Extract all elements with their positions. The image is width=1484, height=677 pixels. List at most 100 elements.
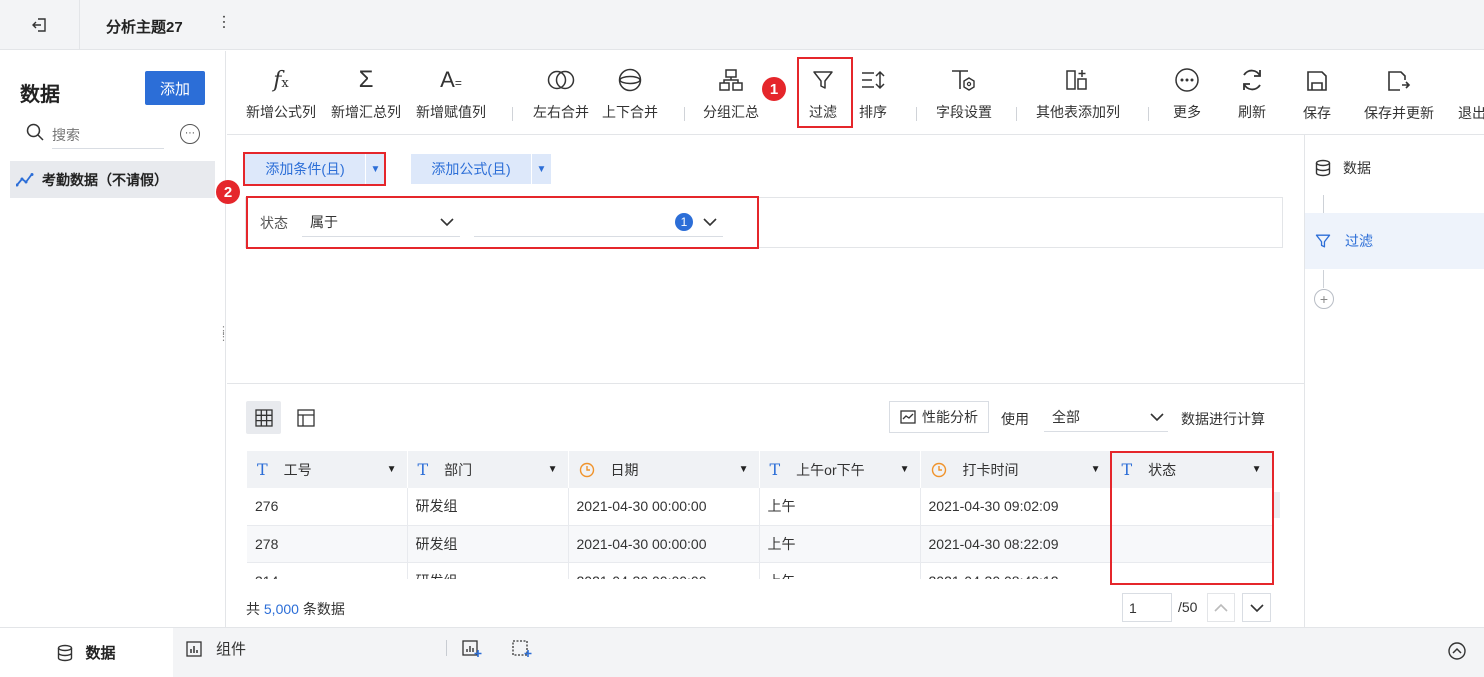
save-icon [1307, 71, 1327, 91]
table-cell: 上午 [759, 525, 921, 563]
table-row[interactable]: 314研发组2021-04-30 00:00:00上午2021-04-30 08… [247, 562, 1272, 579]
column-header[interactable]: T 部门 ▼ [407, 451, 569, 488]
search-input[interactable] [52, 121, 164, 149]
toolbar-sort[interactable]: 排序 [859, 62, 887, 122]
filter-operator-select[interactable]: 属于 [302, 207, 460, 237]
group-icon [719, 69, 743, 91]
caret-down-icon[interactable]: ▼ [900, 464, 910, 475]
table-row[interactable]: 278 研发组 2021-04-30 00:00:00 上午 2021-04-30 08… [247, 525, 1272, 563]
annotation-marker-1: 1 [762, 77, 786, 101]
toolbar-field-settings[interactable]: 字段设置 [936, 62, 992, 122]
table-cell: 278 [247, 525, 408, 563]
toolbar-filter[interactable]: 过滤 [809, 62, 837, 122]
toolbar-exit[interactable]: 退出 [1458, 63, 1484, 123]
next-page-button[interactable] [1242, 593, 1271, 622]
chevron-down-icon [1150, 412, 1164, 421]
caret-down-icon[interactable]: ▼ [1091, 464, 1101, 475]
line-chart-icon [16, 172, 34, 186]
column-header[interactable]: 打卡时间 ▼ [920, 451, 1112, 488]
add-step-icon[interactable]: + [1314, 289, 1334, 309]
toolbar-merge-horizontal[interactable]: 左右合并 [533, 62, 589, 122]
table-header-row: T 工号 ▼ T 部门 ▼ 日期 ▼ T 上午or下午 ▼ 打卡时间 ▼ T 状态 ▼ [247, 451, 1272, 488]
sidebar-more-icon[interactable]: ⋯ [180, 124, 200, 144]
step-filter[interactable]: 过滤 [1305, 213, 1484, 269]
chevron-down-icon [440, 217, 454, 226]
toolbar-save[interactable]: 保存 [1303, 63, 1331, 123]
toolbar-add-formula[interactable]: fx 新增公式列 [246, 62, 316, 122]
table-cell: 2021-04-30 08:22:09 [920, 525, 1112, 563]
page-title: 分析主题27 [106, 19, 183, 36]
table-cell: 2021-04-30 00:00:00 [568, 488, 760, 526]
tab-data-label: 数据 [85, 645, 116, 662]
use-label: 使用 [1001, 411, 1029, 427]
table-cell: 276 [247, 488, 408, 526]
back-button[interactable] [0, 0, 80, 50]
clock-icon [931, 462, 946, 477]
caret-down-icon[interactable]: ▼ [1252, 464, 1262, 475]
tab-components[interactable]: 组件 [186, 638, 246, 659]
text-type-icon: T [257, 460, 268, 479]
caret-down-icon[interactable]: ▼ [531, 154, 551, 184]
more-icon [1175, 68, 1199, 92]
record-count: 共 5,000 条数据 [246, 601, 345, 617]
step-data[interactable]: 数据 [1315, 158, 1371, 178]
add-chart-icon[interactable] [462, 638, 482, 658]
toolbar-merge-vertical[interactable]: 上下合并 [602, 62, 658, 122]
sigma-icon: Σ [358, 66, 374, 93]
column-header-label: 状态 [1148, 461, 1177, 478]
column-header[interactable]: 日期 ▼ [568, 451, 760, 488]
text-type-icon: T [1121, 460, 1133, 479]
add-condition-button[interactable]: 添加条件(且) ▼ [245, 154, 385, 184]
add-formula-button[interactable]: 添加公式(且) ▼ [411, 154, 551, 184]
caret-down-icon[interactable]: ▼ [365, 154, 385, 184]
performance-analysis-button[interactable]: 性能分析 [889, 401, 989, 433]
toolbar-refresh[interactable]: 刷新 [1238, 62, 1266, 122]
bar-chart-icon [186, 640, 202, 657]
add-dataset-button[interactable]: 添加 [145, 71, 205, 105]
filter-value-select[interactable]: 1 [474, 207, 723, 237]
table-cell: 2021-04-30 09:02:09 [920, 488, 1112, 526]
column-header-label: 上午or下午 [796, 461, 865, 478]
tab-data[interactable]: 数据 [0, 628, 173, 677]
filter-field-label: 状态 [260, 215, 288, 231]
chevron-up-circle-icon[interactable] [1448, 642, 1466, 660]
divider [227, 383, 1304, 384]
sort-icon [862, 70, 885, 90]
save-update-icon [1388, 71, 1411, 91]
table-cell [1111, 488, 1272, 526]
caret-down-icon[interactable]: ▼ [548, 464, 558, 475]
column-header[interactable]: T 状态 ▼ [1111, 451, 1272, 488]
toolbar-add-assign[interactable]: A= 新增赋值列 [416, 62, 486, 122]
toolbar-add-column-from-table[interactable]: 其他表添加列 [1036, 62, 1120, 122]
database-icon [58, 644, 73, 661]
pivot-view-button[interactable] [288, 401, 323, 434]
column-header[interactable]: T 工号 ▼ [247, 451, 408, 488]
add-component-icon[interactable] [512, 638, 532, 658]
chevron-up-icon [1214, 603, 1228, 612]
toolbar-add-summary[interactable]: Σ 新增汇总列 [331, 62, 401, 122]
caret-down-icon[interactable]: ▼ [387, 464, 397, 475]
prev-page-button[interactable] [1207, 593, 1235, 622]
toolbar-group-summary[interactable]: 分组汇总 [703, 62, 759, 122]
table-cell: 2021-04-30 00:00:00 [568, 562, 760, 579]
step-filter-label: 过滤 [1345, 233, 1373, 249]
column-header-label: 部门 [444, 461, 473, 478]
steps-panel [1304, 135, 1484, 627]
grid-icon [254, 408, 273, 427]
resize-handle[interactable]: ⋮ ⋮ [218, 326, 229, 343]
scrollbar[interactable] [1272, 492, 1280, 518]
row-scope-select[interactable]: 全部 [1044, 402, 1168, 432]
page-number-input[interactable]: 1 [1122, 593, 1172, 622]
page-total: /50 [1178, 599, 1198, 615]
dataset-label: 考勤数据（不请假） [42, 171, 168, 188]
table-row[interactable]: 276 研发组 2021-04-30 00:00:00 上午 2021-04-30 09… [247, 488, 1272, 526]
toolbar-save-update[interactable]: 保存并更新 [1364, 63, 1434, 123]
title-more-icon[interactable]: ⋯ [214, 14, 233, 29]
sidebar-item-dataset[interactable]: 考勤数据（不请假） [10, 161, 215, 198]
toolbar-more[interactable]: 更多 [1173, 62, 1201, 122]
column-header[interactable]: T 上午or下午 ▼ [759, 451, 921, 488]
filter-icon [1315, 234, 1331, 248]
caret-down-icon[interactable]: ▼ [739, 464, 749, 475]
annotation-marker-2: 2 [216, 180, 240, 204]
grid-view-button[interactable] [246, 401, 281, 434]
